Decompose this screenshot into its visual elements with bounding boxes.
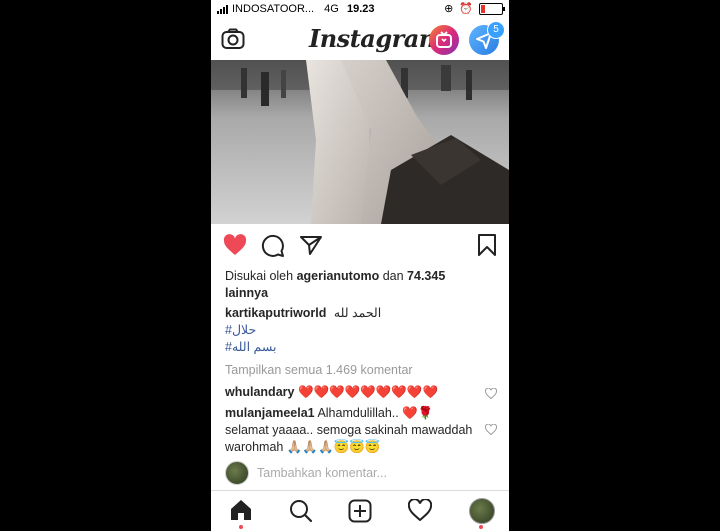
new-post-icon[interactable]: [348, 499, 372, 523]
battery-icon: [479, 2, 505, 15]
add-comment-input[interactable]: Tambahkan komentar...: [257, 466, 387, 480]
likes-prefix: Disukai oleh: [225, 269, 297, 283]
igtv-icon[interactable]: [429, 25, 459, 55]
comment-item: whulandary ❤️❤️❤️❤️❤️❤️❤️❤️❤️: [225, 384, 479, 401]
profile-icon[interactable]: [469, 498, 495, 524]
post-author[interactable]: kartikaputriworld: [225, 306, 326, 320]
signal-icon: [217, 4, 228, 14]
home-icon[interactable]: [229, 499, 253, 521]
direct-message-icon[interactable]: 5: [469, 21, 505, 55]
comment-text: ❤️❤️❤️❤️❤️❤️❤️❤️❤️: [297, 385, 439, 399]
top-nav-bar: Instagram 5: [211, 20, 509, 60]
home-notification-dot: [239, 525, 243, 529]
likes-summary: Disukai oleh agerianutomo dan 74.345 lai…: [225, 268, 501, 302]
post-actions: [211, 232, 509, 260]
rotation-lock-icon: ⊕: [444, 3, 454, 15]
comment-author[interactable]: whulandary: [225, 385, 294, 399]
app-logo: Instagram: [309, 24, 444, 53]
comment-author[interactable]: mulanjameela1: [225, 406, 315, 420]
view-all-comments-link[interactable]: Tampilkan semua 1.469 komentar: [225, 362, 501, 379]
alarm-icon: ⏰: [459, 3, 473, 15]
share-icon[interactable]: [299, 234, 323, 256]
bottom-tab-bar: [211, 490, 509, 531]
activity-icon[interactable]: [408, 499, 432, 521]
avatar: [225, 461, 249, 485]
comment-like-icon[interactable]: [485, 388, 497, 399]
add-comment-row[interactable]: Tambahkan komentar...: [225, 461, 501, 485]
liked-by-user[interactable]: agerianutomo: [297, 269, 380, 283]
post-caption: kartikaputriworld الحمد لله #حلال #بسم ا…: [225, 305, 501, 356]
clock: 19.23: [347, 3, 375, 15]
post-photo[interactable]: [211, 60, 509, 224]
like-heart-icon[interactable]: [223, 234, 247, 256]
profile-notification-dot: [479, 525, 483, 529]
network-type: 4G: [324, 3, 339, 15]
phone-screen: INDOSATOOR... 4G 19.23 ⊕ ⏰ Instagram 5 D…: [211, 0, 509, 531]
dm-count-badge: 5: [487, 21, 505, 39]
search-icon[interactable]: [289, 499, 313, 523]
hashtag-bismillah[interactable]: #بسم الله: [225, 340, 277, 354]
hashtag-halal[interactable]: #حلال: [225, 323, 256, 337]
bookmark-icon[interactable]: [477, 233, 497, 257]
likes-count[interactable]: 74.345: [407, 269, 445, 283]
caption-text: الحمد لله: [333, 306, 382, 320]
camera-icon[interactable]: [221, 28, 245, 55]
status-bar: INDOSATOOR... 4G 19.23 ⊕ ⏰: [211, 0, 509, 20]
likes-mid: dan: [379, 269, 408, 283]
comment-icon[interactable]: [261, 234, 285, 258]
carrier-name: INDOSATOOR...: [232, 3, 315, 15]
comment-item: mulanjameela1 Alhamdulillah.. ❤️🌹 selama…: [225, 405, 479, 456]
comment-like-icon[interactable]: [485, 424, 497, 435]
likes-suffix[interactable]: lainnya: [225, 286, 268, 300]
